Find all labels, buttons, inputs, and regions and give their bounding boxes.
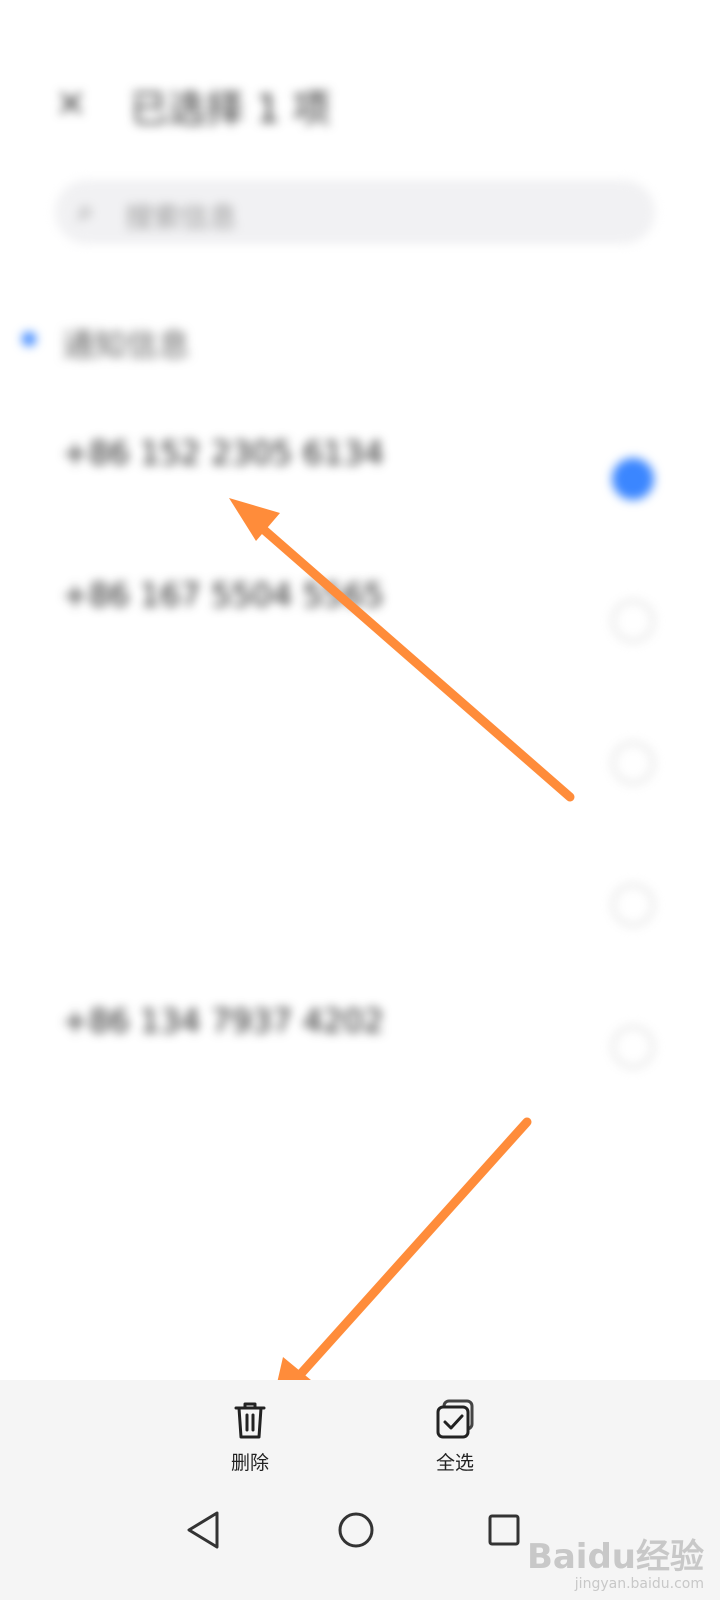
recent-square-icon[interactable] [486,1512,522,1548]
message-item[interactable]: +86 134 7937 4202 [0,988,720,1130]
watermark-logo: Baidu经验 [526,1537,704,1577]
message-item[interactable] [0,846,720,988]
message-item[interactable] [0,704,720,846]
message-item[interactable]: +86 167 5504 5565 [0,562,720,704]
search-input[interactable]: ⌕ 搜索信息 [55,180,655,244]
selection-header: × 已选择 1 项 [0,70,720,140]
watermark-url: jingyan.baidu.com [574,1576,704,1592]
select-all-label: 全选 [435,1452,474,1474]
bottom-action-bar: 删除 全选 [0,1380,720,1490]
message-checkbox[interactable] [612,742,654,784]
message-checkbox[interactable] [612,600,654,642]
home-circle-icon[interactable] [336,1510,376,1550]
message-sender: +86 167 5504 5565 [62,576,384,614]
message-sender: +86 152 2305 6134 [62,434,384,472]
message-sender: +86 134 7937 4202 [62,1002,384,1040]
select-all-button[interactable]: 全选 [405,1398,505,1486]
status-bar [0,0,720,50]
message-item[interactable]: +86 152 2305 6134 [0,420,720,562]
baidu-jingyan-watermark: Baidu经验 jingyan.baidu.com [527,1538,704,1592]
back-triangle-icon[interactable] [185,1510,221,1550]
group-label: 通知信息 [62,326,191,364]
search-icon: ⌕ [77,194,94,229]
select-all-icon [436,1399,474,1439]
message-list: +86 152 2305 6134 +86 167 5504 5565 +86 … [0,420,720,1130]
blurred-content: × 已选择 1 项 ⌕ 搜索信息 通知信息 +86 152 2305 6134 … [0,0,720,1400]
delete-label: 删除 [230,1452,269,1474]
system-nav-bar: Baidu经验 jingyan.baidu.com [0,1490,720,1600]
unread-dot-icon [22,332,36,346]
selection-title: 已选择 1 项 [130,87,331,131]
close-icon[interactable]: × [55,83,91,121]
message-checkbox[interactable] [612,884,654,926]
message-checkbox[interactable] [612,1026,654,1068]
message-group-header[interactable]: 通知信息 [0,310,720,370]
message-checkbox[interactable] [612,458,654,500]
delete-button[interactable]: 删除 [200,1398,300,1486]
search-placeholder: 搜索信息 [125,201,238,234]
trash-icon [234,1402,266,1439]
